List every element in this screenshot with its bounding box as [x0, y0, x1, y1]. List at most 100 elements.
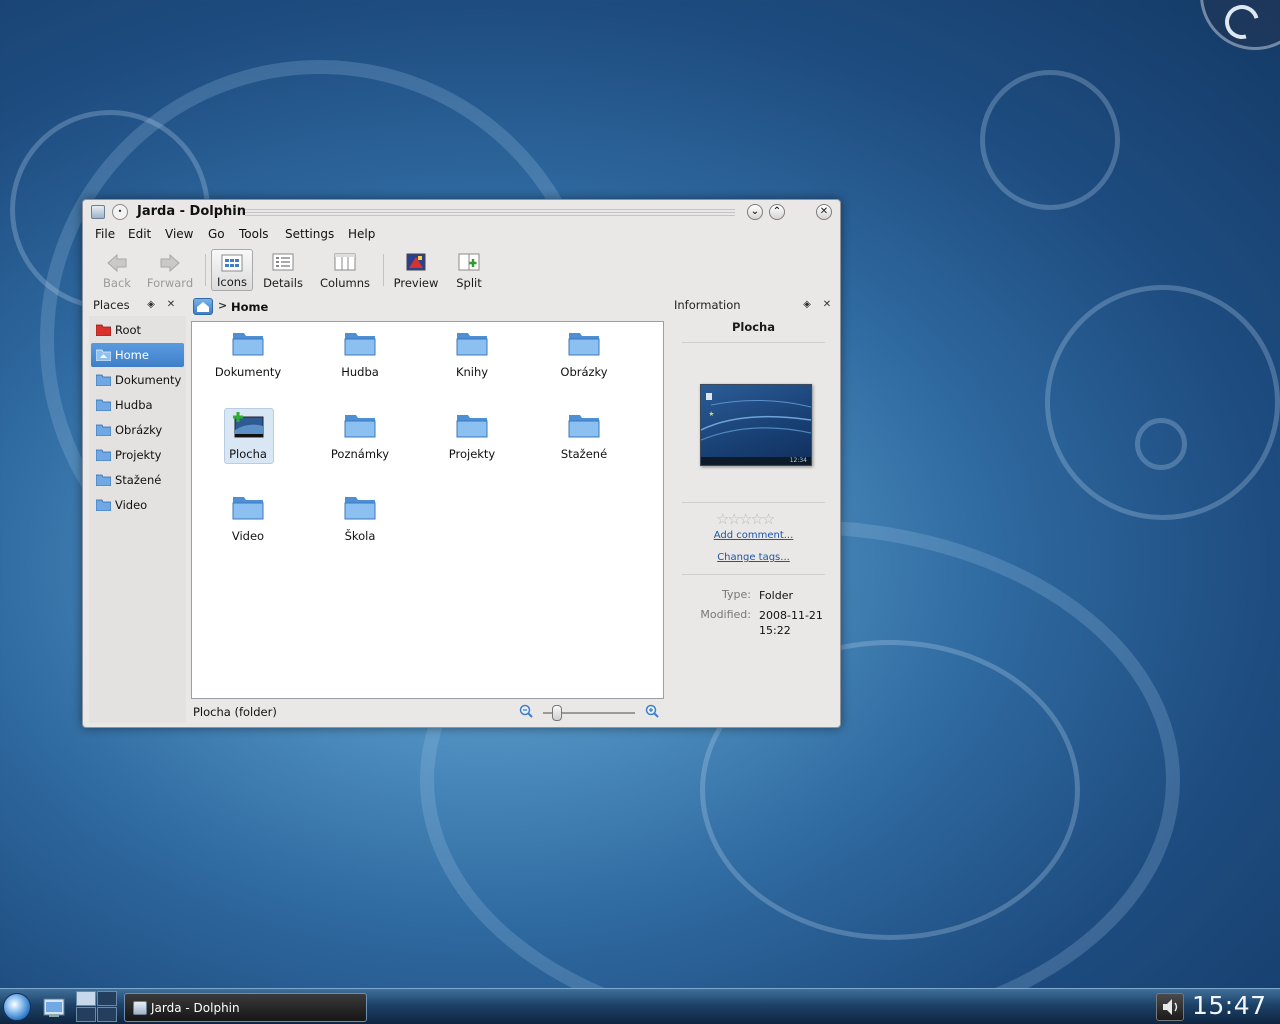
menu-file[interactable]: File: [95, 227, 115, 241]
distro-logo: [1200, 0, 1280, 50]
sidebar-item-home[interactable]: Home: [91, 343, 184, 367]
back-button[interactable]: Back: [95, 249, 139, 291]
breadcrumb-separator[interactable]: >: [218, 299, 227, 312]
columns-view-icon: [334, 253, 356, 271]
breadcrumb-home[interactable]: Home: [231, 300, 268, 314]
divider: [682, 342, 825, 343]
sidebar-item-projekty[interactable]: Projekty: [91, 443, 184, 467]
red-folder-icon: [96, 324, 111, 336]
sidebar-item-stazene[interactable]: Stažené: [91, 468, 184, 492]
zoom-slider-handle[interactable]: [552, 705, 562, 721]
menu-edit[interactable]: Edit: [128, 227, 151, 241]
sidebar-item-dokumenty[interactable]: Dokumenty: [91, 368, 184, 392]
desktop-2[interactable]: [97, 991, 117, 1006]
menu-tools[interactable]: Tools: [239, 227, 269, 241]
file-view[interactable]: Dokumenty Hudba Knihy Obrázky Plocha Poz…: [191, 321, 664, 699]
preview-clock: 12:34: [789, 457, 807, 464]
file-name: Škola: [344, 529, 376, 543]
sidebar-item-label: Projekty: [115, 448, 162, 462]
file-name: Obrázky: [560, 365, 608, 379]
desktop-1[interactable]: [76, 991, 96, 1006]
desktop-4[interactable]: [97, 1007, 117, 1022]
details-view-icon: [272, 253, 294, 271]
sidebar-item-obrazky[interactable]: Obrázky: [91, 418, 184, 442]
sidebar-item-label: Dokumenty: [115, 373, 182, 387]
file-name: Stažené: [560, 447, 608, 461]
title-bar[interactable]: • Jarda - Dolphin ⌄ ⌃ ✕: [83, 200, 840, 224]
panel-close-icon[interactable]: ✕: [821, 299, 833, 311]
file-item[interactable]: Dokumenty: [192, 324, 304, 396]
columns-view-button[interactable]: Columns: [315, 249, 375, 291]
kde-menu-icon[interactable]: [3, 993, 31, 1021]
places-title: Places: [93, 298, 130, 312]
file-item[interactable]: Stažené: [528, 406, 640, 478]
forward-button[interactable]: Forward: [145, 249, 195, 291]
panel-float-icon[interactable]: ◈: [801, 299, 813, 311]
menu-settings[interactable]: Settings: [285, 227, 334, 241]
volume-icon[interactable]: [1156, 993, 1184, 1021]
icons-view-button[interactable]: Icons: [211, 249, 253, 291]
arrow-left-icon: [107, 253, 127, 273]
zoom-out-icon[interactable]: [519, 704, 533, 718]
split-label: Split: [456, 276, 482, 290]
system-clock[interactable]: 15:47: [1192, 991, 1267, 1020]
details-view-button[interactable]: Details: [259, 249, 307, 291]
zoom-in-icon[interactable]: [645, 704, 659, 718]
sidebar-item-label: Home: [115, 348, 149, 362]
close-button[interactable]: ✕: [816, 204, 832, 220]
file-item[interactable]: Hudba: [304, 324, 416, 396]
window-app-icon[interactable]: [91, 205, 105, 219]
type-label: Type:: [722, 588, 751, 601]
toolbar-separator: [205, 254, 206, 286]
sidebar-item-root[interactable]: Root: [91, 318, 184, 342]
file-item[interactable]: Obrázky: [528, 324, 640, 396]
pin-button[interactable]: •: [112, 204, 128, 220]
file-name: Video: [231, 529, 265, 543]
folder-icon: [96, 399, 111, 411]
menu-help[interactable]: Help: [348, 227, 375, 241]
virtual-desktop-pager[interactable]: [76, 991, 118, 1023]
menu-view[interactable]: View: [165, 227, 193, 241]
folder-icon: [344, 497, 376, 520]
dolphin-icon: [133, 1001, 147, 1015]
modified-value: 2008-11-21 15:22: [759, 609, 823, 637]
divider: [682, 574, 825, 575]
icons-label: Icons: [216, 275, 248, 289]
maximize-button[interactable]: ⌃: [769, 204, 785, 220]
star-icon[interactable]: ☆: [762, 512, 775, 527]
breadcrumb: > Home: [191, 296, 663, 318]
file-item-selected[interactable]: Plocha: [192, 406, 304, 478]
panel-float-icon[interactable]: ◈: [145, 299, 157, 311]
folder-icon: [344, 415, 376, 438]
sidebar-item-video[interactable]: Video: [91, 493, 184, 517]
sidebar-item-label: Hudba: [115, 398, 153, 412]
desktop-3[interactable]: [76, 1007, 96, 1022]
menu-go[interactable]: Go: [208, 227, 225, 241]
places-list: Root Home Dokumenty Hudba Obrázky Projek…: [89, 316, 186, 723]
folder-icon: [568, 415, 600, 438]
taskbar-item-dolphin[interactable]: Jarda - Dolphin: [124, 993, 367, 1022]
file-item[interactable]: Knihy: [416, 324, 528, 396]
file-manager-launcher-icon[interactable]: [42, 995, 66, 1019]
forward-label: Forward: [146, 276, 194, 290]
sidebar-item-hudba[interactable]: Hudba: [91, 393, 184, 417]
file-item[interactable]: Projekty: [416, 406, 528, 478]
change-tags-link[interactable]: Change tags...: [670, 552, 837, 563]
title-decoration: [245, 209, 735, 217]
file-item[interactable]: Video: [192, 488, 304, 560]
divider: [682, 502, 825, 503]
minimize-button[interactable]: ⌄: [747, 204, 763, 220]
wallpaper-swirl: [1135, 418, 1187, 470]
preview-button[interactable]: Preview: [391, 249, 441, 291]
panel-close-icon[interactable]: ✕: [165, 299, 177, 311]
rating-stars[interactable]: ☆☆☆☆☆: [716, 512, 775, 527]
folder-icon: [456, 415, 488, 438]
home-icon[interactable]: [193, 298, 213, 315]
file-name: Knihy: [455, 365, 489, 379]
split-button[interactable]: Split: [447, 249, 491, 291]
dolphin-window: • Jarda - Dolphin ⌄ ⌃ ✕ File Edit View G…: [82, 199, 841, 728]
add-comment-link[interactable]: Add comment...: [670, 530, 837, 541]
file-item[interactable]: Poznámky: [304, 406, 416, 478]
split-icon: [458, 253, 480, 271]
file-item[interactable]: Škola: [304, 488, 416, 560]
